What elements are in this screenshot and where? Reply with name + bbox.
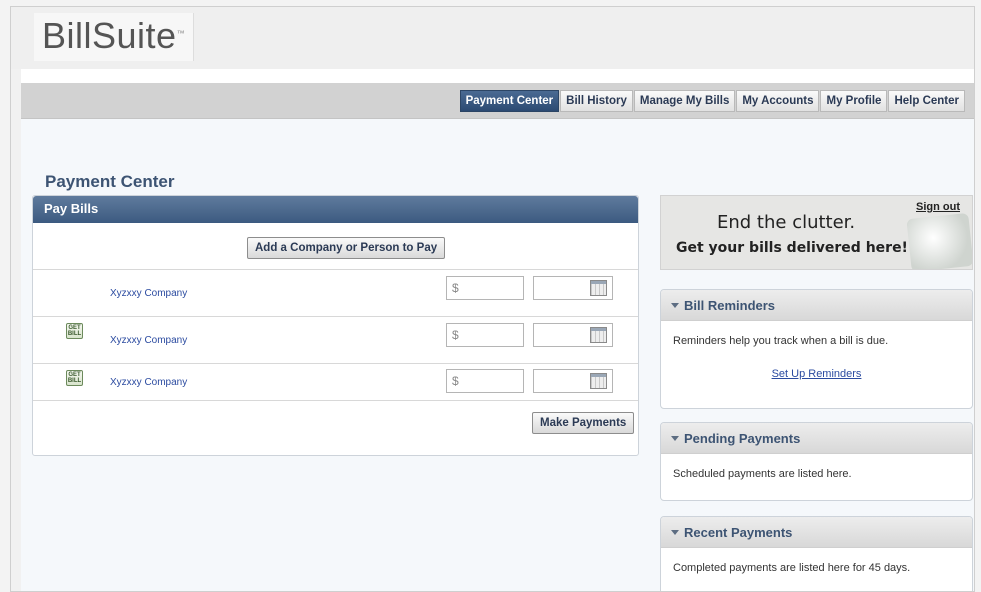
payment-date-input[interactable]	[533, 323, 613, 347]
pending-payments-title: Pending Payments	[684, 431, 801, 446]
bill-reminders-widget: Bill Reminders Reminders help you track …	[660, 289, 973, 409]
header-strip	[21, 69, 974, 83]
promo-banner[interactable]: End the clutter. Get your bills delivere…	[660, 195, 973, 270]
pay-bills-header: Pay Bills	[33, 196, 638, 223]
recent-payments-widget: Recent Payments Completed payments are l…	[660, 516, 973, 591]
recent-payments-title: Recent Payments	[684, 525, 793, 540]
page-title: Payment Center	[45, 172, 175, 191]
collapse-arrow-icon[interactable]	[671, 303, 679, 308]
company-link[interactable]: Xyzxxy Company	[110, 335, 187, 346]
add-payee-row: Add a Company or Person to Pay	[33, 223, 638, 270]
make-payments-button[interactable]: Make Payments	[532, 412, 635, 434]
tab-help-center[interactable]: Help Center	[888, 90, 965, 112]
bill-reminders-header[interactable]: Bill Reminders	[661, 290, 972, 321]
recent-payments-text: Completed payments are listed here for 4…	[673, 562, 911, 574]
tab-payment-center[interactable]: Payment Center	[459, 90, 560, 112]
bill-reminders-body: Reminders help you track when a bill is …	[661, 321, 972, 394]
payment-date-input[interactable]	[533, 369, 613, 393]
trademark-mark: ™	[176, 29, 186, 38]
mailbox-image	[906, 212, 972, 269]
get-bill-icon[interactable]: GET BILL	[66, 323, 83, 339]
logo-bar: BillSuite™	[11, 7, 974, 69]
recent-payments-header[interactable]: Recent Payments	[661, 517, 972, 548]
tab-manage-my-bills[interactable]: Manage My Bills	[633, 90, 736, 112]
collapse-arrow-icon[interactable]	[671, 530, 679, 535]
main-nav: Payment Center Bill History Manage My Bi…	[459, 90, 965, 112]
calendar-icon[interactable]	[590, 280, 607, 296]
bill-row: GET BILL Xyzxxy Company $	[33, 317, 638, 364]
amount-input[interactable]: $	[446, 323, 524, 347]
tab-my-profile[interactable]: My Profile	[820, 90, 888, 112]
bill-reminders-title: Bill Reminders	[684, 298, 776, 313]
tab-bill-history[interactable]: Bill History	[560, 90, 633, 112]
pending-payments-header[interactable]: Pending Payments	[661, 423, 972, 454]
amount-input[interactable]: $	[446, 369, 524, 393]
main-nav-bar: Payment Center Bill History Manage My Bi…	[21, 83, 974, 119]
main-content: Payment Center Pay Bills Add a Company o…	[21, 119, 974, 591]
collapse-arrow-icon[interactable]	[671, 436, 679, 441]
set-up-reminders-link[interactable]: Set Up Reminders	[673, 368, 960, 380]
add-payee-button[interactable]: Add a Company or Person to Pay	[247, 237, 446, 259]
bill-row: GET BILL Xyzxxy Company $	[33, 364, 638, 401]
company-link[interactable]: Xyzxxy Company	[110, 288, 187, 299]
company-link[interactable]: Xyzxxy Company	[110, 377, 187, 388]
pending-payments-text: Scheduled payments are listed here.	[673, 468, 852, 480]
banner-subline: Get your bills delivered here!	[676, 240, 908, 256]
banner-headline: End the clutter.	[717, 212, 856, 233]
browser-frame: BillSuite™ Payment Center Bill History M…	[10, 6, 975, 592]
bill-reminders-text: Reminders help you track when a bill is …	[673, 335, 889, 347]
amount-input[interactable]: $	[446, 276, 524, 300]
calendar-icon[interactable]	[590, 327, 607, 343]
sign-out-link[interactable]: Sign out	[916, 201, 960, 213]
pay-bills-panel: Pay Bills Add a Company or Person to Pay…	[32, 195, 639, 456]
calendar-icon[interactable]	[590, 373, 607, 389]
bill-row: Xyzxxy Company $	[33, 270, 638, 317]
billsuite-logo[interactable]: BillSuite™	[34, 13, 195, 61]
payment-date-input[interactable]	[533, 276, 613, 300]
tab-my-accounts[interactable]: My Accounts	[736, 90, 820, 112]
logo-text: BillSuite	[42, 15, 177, 56]
pending-payments-widget: Pending Payments Scheduled payments are …	[660, 422, 973, 501]
get-bill-icon[interactable]: GET BILL	[66, 370, 83, 386]
pay-bills-footer: Make Payments	[33, 401, 638, 455]
